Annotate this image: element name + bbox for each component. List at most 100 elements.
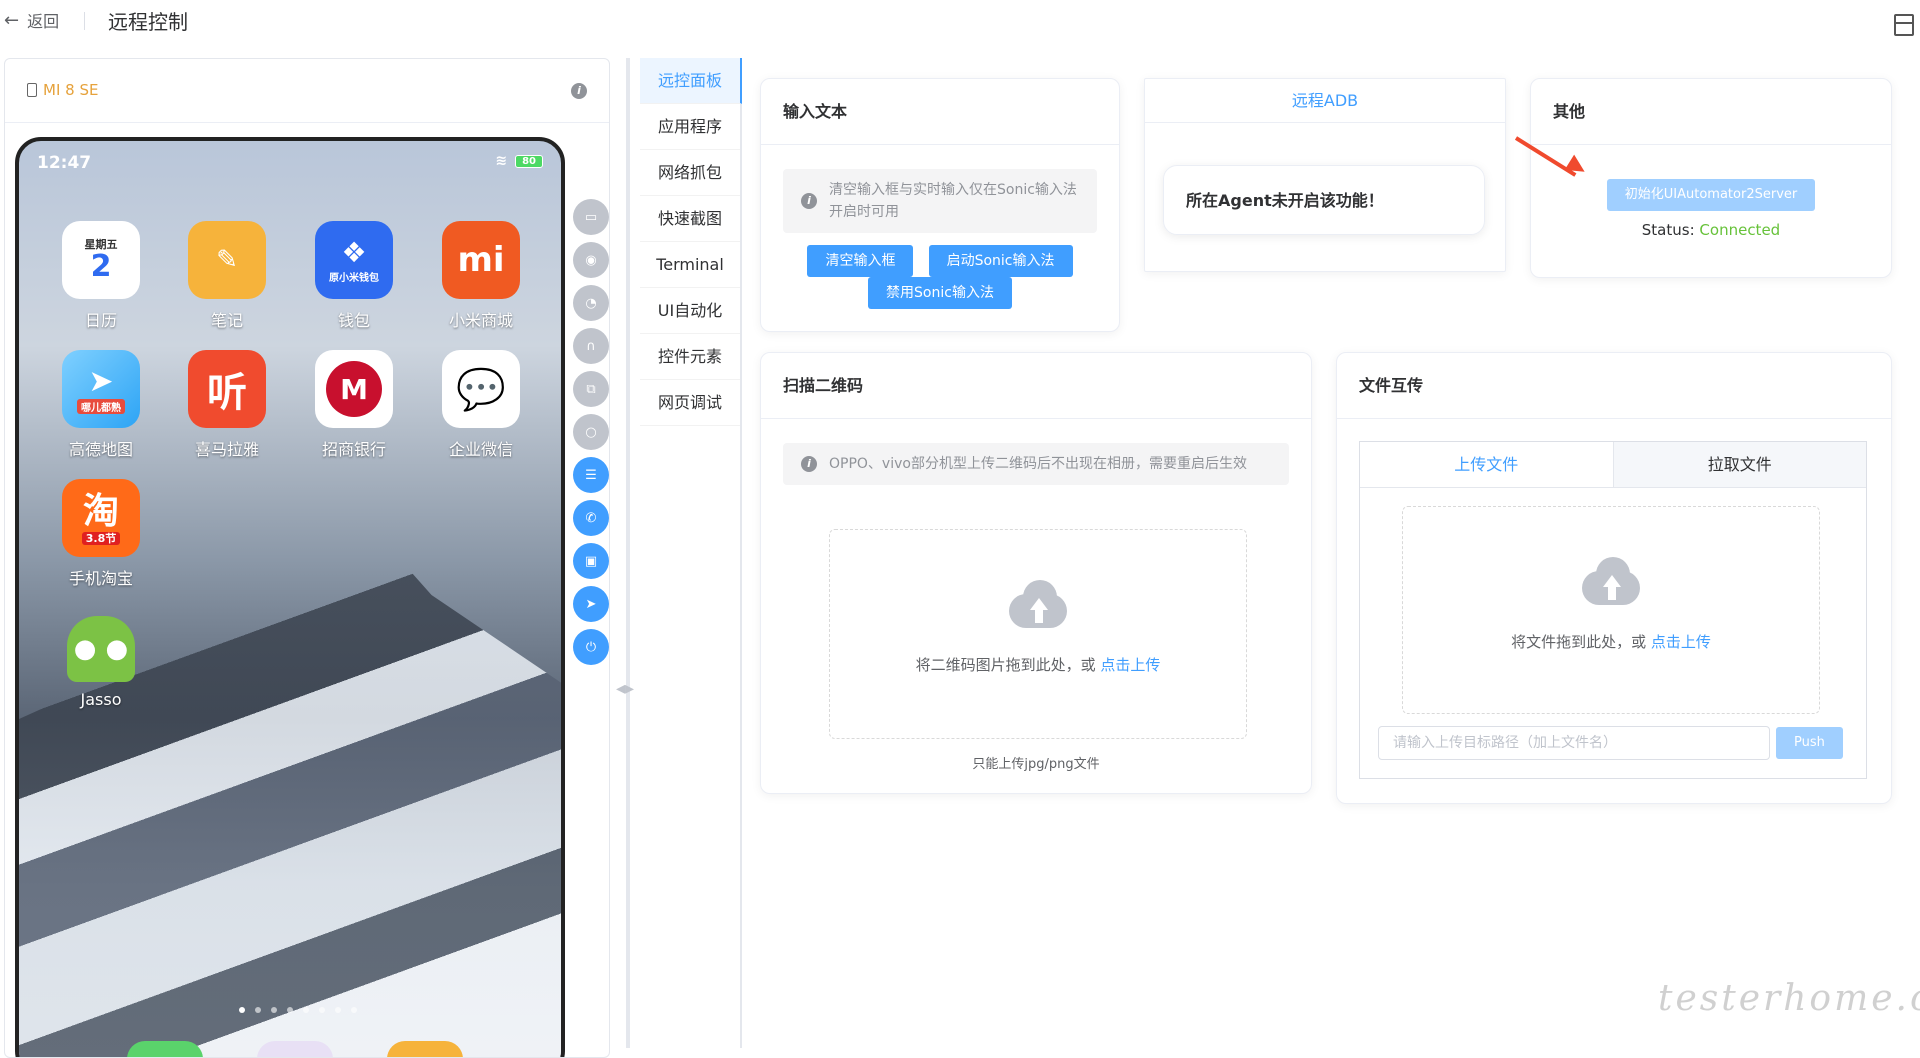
push-button[interactable]: Push [1776, 727, 1843, 759]
file-drop-text: 将文件拖到此处，或 点击上传 [1403, 631, 1819, 652]
tab-pull-file[interactable]: 拉取文件 [1614, 442, 1867, 487]
app-notes[interactable]: ✎ 笔记 [177, 221, 277, 331]
amap-tag: 哪儿都熟 [77, 399, 125, 414]
qr-upload-tip: 只能上传jpg/png文件 [972, 757, 1100, 772]
taobao-icon: 淘 3.8节 [62, 479, 140, 557]
app-label: 小米商城 [448, 311, 513, 330]
file-drop-label: 将文件拖到此处，或 [1511, 633, 1647, 651]
dock-messages-app[interactable] [257, 1041, 333, 1057]
search-icon[interactable]: ○ [573, 414, 609, 450]
user-icon[interactable]: ◔ [573, 285, 609, 321]
device-name-label: MI 8 SE [43, 81, 99, 99]
record-icon[interactable]: ▭ [573, 199, 609, 235]
eye-icon[interactable]: ◉ [573, 242, 609, 278]
app-label: Jasso [80, 690, 122, 709]
target-path-input[interactable]: 请输入上传目标路径（加上文件名） [1378, 726, 1770, 760]
app-label: 日历 [84, 311, 117, 330]
app-label: 高德地图 [68, 440, 133, 459]
input-alert: i 清空输入框与实时输入仅在Sonic输入法开启时可用 [783, 169, 1097, 233]
ximalaya-glyph: 听 [207, 370, 247, 416]
mi-logo-text: mi [457, 240, 505, 280]
send-icon[interactable]: ➤ [573, 586, 609, 622]
qr-alert-text: OPPO、vivo部分机型上传二维码后不出现在相册，需要重启后生效 [829, 456, 1247, 472]
file-upload-dropzone[interactable]: 将文件拖到此处，或 点击上传 [1402, 506, 1820, 714]
app-label: 手机淘宝 [68, 569, 133, 588]
enable-sonic-ime-button[interactable]: 启动Sonic输入法 [928, 245, 1073, 277]
android-icon: ● ● [67, 616, 135, 682]
nav-remote-panel[interactable]: 远控面板 [640, 58, 742, 104]
dock-browser-app[interactable] [387, 1041, 463, 1057]
nav-screenshot[interactable]: 快速截图 [640, 196, 740, 242]
status-line: Status: Connected [1531, 221, 1891, 239]
status-icons: ≋ 80 [495, 153, 543, 169]
app-cmb[interactable]: M 招商银行 [304, 350, 404, 460]
headset-icon[interactable]: ∩ [573, 328, 609, 364]
adb-tab[interactable]: 远程ADB [1145, 79, 1505, 123]
function-nav: 远控面板 应用程序 网络抓包 快速截图 Terminal UI自动化 控件元素 … [640, 58, 742, 1048]
nav-terminal[interactable]: Terminal [640, 242, 740, 288]
nav-elements[interactable]: 控件元素 [640, 334, 740, 380]
qr-alert: i OPPO、vivo部分机型上传二维码后不出现在相册，需要重启后生效 [783, 443, 1289, 485]
page-title: 远程控制 [108, 10, 188, 34]
disable-sonic-ime-button[interactable]: 禁用Sonic输入法 [868, 277, 1012, 309]
info-icon: i [801, 456, 817, 472]
arrow-left-icon: ← [4, 9, 20, 31]
nav-packet-capture[interactable]: 网络抓包 [640, 150, 740, 196]
tab-upload-file[interactable]: 上传文件 [1360, 442, 1614, 487]
adb-disabled-message: 所在Agent未开启该功能！ [1163, 165, 1485, 235]
calendar-day: 2 [90, 249, 112, 284]
app-jasso[interactable]: ● ● Jasso [51, 608, 151, 709]
app-label: 企业微信 [448, 440, 513, 459]
upload-cloud-icon [1003, 580, 1073, 630]
power-icon[interactable]: ⏻ [573, 629, 609, 665]
phone-icon [27, 83, 37, 97]
nav-ui-automation[interactable]: UI自动化 [640, 288, 740, 334]
phone-call-icon[interactable]: ✆ [573, 500, 609, 536]
app-ximalaya[interactable]: 听 喜马拉雅 [177, 350, 277, 460]
app-calendar[interactable]: 星期五 2 日历 [51, 221, 151, 331]
app-mi-store[interactable]: mi 小米商城 [431, 221, 531, 331]
card-title: 其他 [1531, 79, 1891, 145]
settings-sliders-icon[interactable]: ☰ [573, 457, 609, 493]
input-text-card: 输入文本 i 清空输入框与实时输入仅在Sonic输入法开启时可用 清空输入框 启… [760, 78, 1120, 332]
app-wallet[interactable]: ❖ 原小米钱包 钱包 [304, 221, 404, 331]
dock-phone-app[interactable] [127, 1041, 203, 1057]
device-panel: MI 8 SE i 12:47 ≋ 80 星期五 2 日历 ✎ 笔记 ❖ 原小米… [4, 58, 610, 1058]
file-transfer-card: 文件互传 上传文件 拉取文件 将文件拖到此处，或 点击上传 请输入上传目标路径（… [1336, 352, 1892, 804]
wallet-icon: ❖ 原小米钱包 [315, 221, 393, 299]
header-divider [84, 12, 85, 30]
device-header: MI 8 SE i [5, 59, 609, 123]
status-clock: 12:47 [37, 153, 92, 173]
info-icon[interactable]: i [571, 83, 587, 99]
qr-drop-text: 将二维码图片拖到此处，或 点击上传 [830, 654, 1246, 675]
input-actions: 清空输入框 启动Sonic输入法 [761, 245, 1119, 277]
wifi-icon: ≋ [495, 153, 508, 169]
ximalaya-icon: 听 [188, 350, 266, 428]
layout-toggle-icon[interactable] [1894, 14, 1914, 36]
watermark: testerhome.com [1658, 978, 1920, 1019]
nav-web-debug[interactable]: 网页调试 [640, 380, 740, 426]
panel-splitter[interactable] [626, 58, 630, 1048]
phone-screen[interactable]: 12:47 ≋ 80 星期五 2 日历 ✎ 笔记 ❖ 原小米钱包 钱包 mi 小… [15, 137, 565, 1057]
info-icon: i [801, 193, 817, 209]
qr-upload-link[interactable]: 点击上传 [1100, 656, 1160, 674]
upload-cloud-icon [1576, 557, 1646, 607]
status-value: Connected [1699, 221, 1781, 239]
app-wecom[interactable]: 💬 企业微信 [431, 350, 531, 460]
init-uiautomator2-button[interactable]: 初始化UIAutomator2Server [1606, 179, 1816, 211]
back-button[interactable]: ← 返回 [4, 8, 59, 32]
taobao-glyph: 淘 [82, 490, 119, 532]
camera-icon[interactable]: ▣ [573, 543, 609, 579]
file-upload-link[interactable]: 点击上传 [1651, 633, 1711, 651]
header: ← 返回 远程控制 [0, 0, 1920, 44]
clear-input-button[interactable]: 清空输入框 [807, 245, 914, 277]
init-row: 初始化UIAutomator2Server [1531, 179, 1891, 211]
copy-icon[interactable]: ⧉ [573, 371, 609, 407]
splitter-handle-icon[interactable]: ◂▸ [616, 678, 634, 699]
app-taobao[interactable]: 淘 3.8节 手机淘宝 [51, 479, 151, 589]
input-alert-text: 清空输入框与实时输入仅在Sonic输入法开启时可用 [829, 182, 1077, 220]
nav-apps[interactable]: 应用程序 [640, 104, 740, 150]
qr-upload-dropzone[interactable]: 将二维码图片拖到此处，或 点击上传 [829, 529, 1247, 739]
calendar-icon: 星期五 2 [62, 221, 140, 299]
app-amap[interactable]: ➤ 哪儿都熟 高德地图 [51, 350, 151, 460]
